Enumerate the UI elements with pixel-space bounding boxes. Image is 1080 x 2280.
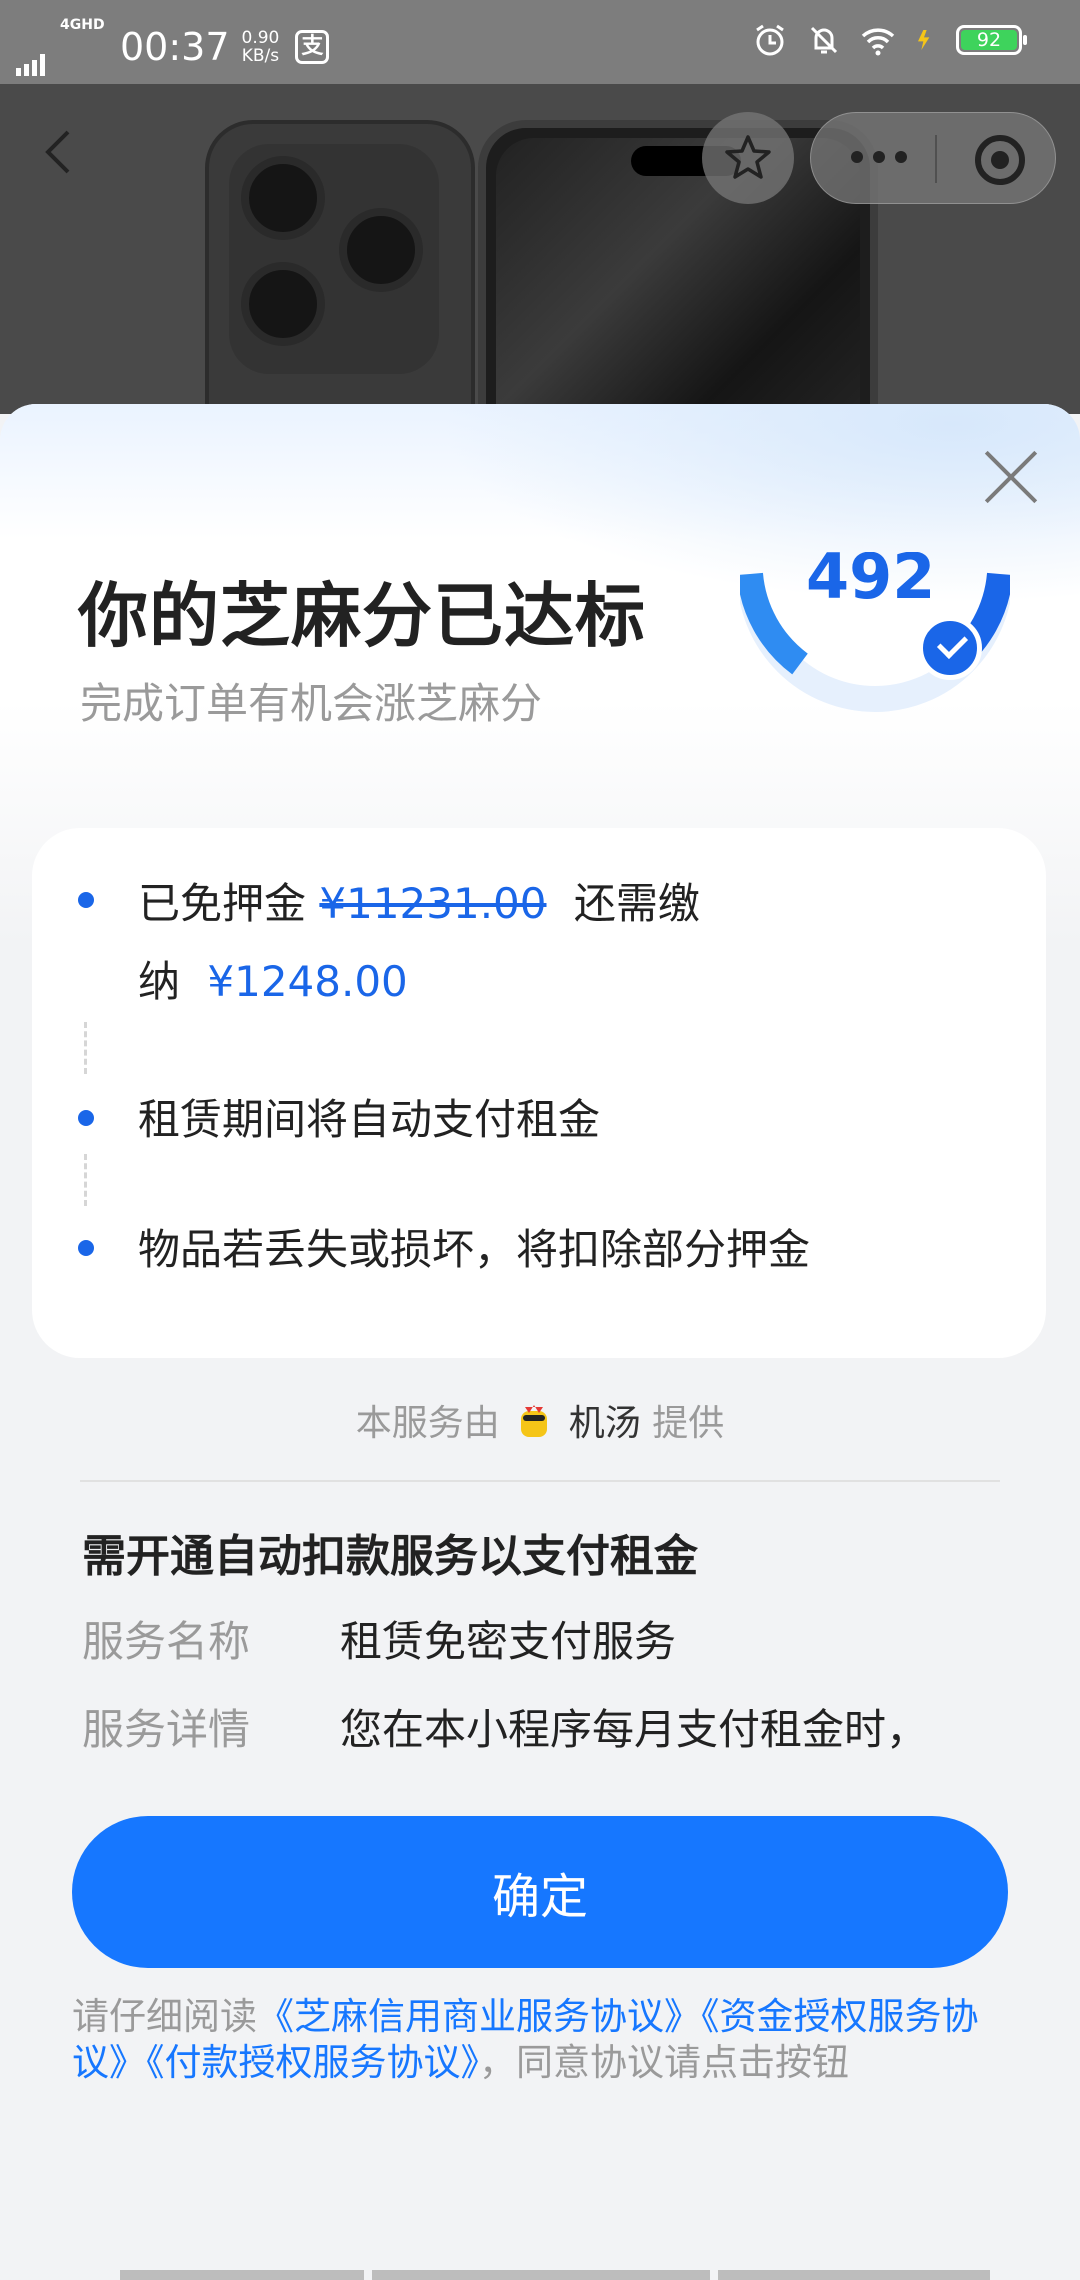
page-title: 你的芝麻分已达标 (78, 575, 646, 657)
star-icon (725, 135, 771, 179)
mini-program-capsule (810, 112, 1056, 204)
status-bar: 4GHD 00:37 0.90 KB/s 支 92 (0, 0, 1080, 84)
due-amount: ¥1248.00 (207, 957, 408, 1006)
sesame-score: 492 (806, 552, 936, 613)
more-icon[interactable] (851, 151, 907, 163)
speed-value: 0.90 (241, 28, 280, 48)
provider-name: 机汤 (568, 1403, 641, 1444)
mute-icon (810, 26, 838, 54)
bullet-icon (78, 1110, 94, 1126)
network-speed: 0.90 KB/s (242, 29, 280, 65)
speed-unit: KB/s (241, 46, 280, 66)
alarm-icon (756, 24, 784, 56)
back-icon[interactable] (34, 124, 90, 180)
deposit-label: 已免押金 (138, 879, 307, 928)
payment-authorization-link[interactable]: 《付款授权服务协议》 (146, 2041, 479, 2084)
service-provider: 本服务由 机汤 提供 (0, 1394, 1080, 1446)
status-right: 92 (752, 22, 1027, 58)
status-left: 4GHD 00:37 0.90 KB/s 支 (16, 17, 330, 76)
battery-level: 92 (961, 30, 1017, 50)
bullet-icon (78, 1240, 94, 1256)
product-image (0, 84, 1080, 414)
service-detail-value: 您在本小程序每月支付租金时， (340, 1705, 929, 1754)
network-indicator: 4GHD (16, 17, 106, 76)
page-subtitle: 完成订单有机会涨芝麻分 (80, 679, 543, 728)
phone-back-image (205, 120, 475, 414)
benefits-card: 已免押金 ¥11231.00 还需缴 纳 ¥1248.00 租赁期间将自动支付租… (32, 828, 1046, 1358)
sesame-agreement-link[interactable]: 《芝麻信用商业服务协议》 (257, 1995, 701, 2038)
target-icon[interactable] (975, 135, 1025, 185)
deposit-line2-prefix: 纳 (138, 957, 181, 1006)
service-detail-label: 服务详情 (82, 1705, 251, 1754)
favorite-button[interactable] (702, 112, 794, 204)
bottom-indicator (120, 2270, 990, 2280)
agreement-notice: 请仔细阅读《芝麻信用商业服务协议》《资金授权服务协议》《付款授权服务协议》，同意… (72, 1994, 1008, 2086)
battery-indicator: 92 (956, 25, 1027, 55)
provider-logo-icon (521, 1405, 548, 1437)
confirm-button[interactable]: 确定 (72, 1816, 1008, 1968)
deposit-suffix: 还需缴 (573, 879, 700, 928)
deposit-line-1: 已免押金 ¥11231.00 还需缴 (138, 870, 700, 931)
deposit-line-2: 纳 ¥1248.00 (138, 948, 408, 1009)
clock: 00:37 (120, 25, 230, 69)
close-icon[interactable] (980, 446, 1042, 508)
network-type: 4GHD (60, 17, 105, 33)
check-icon (918, 616, 982, 680)
provider-prefix: 本服务由 (355, 1403, 500, 1444)
camera-module (229, 144, 439, 374)
auto-pay-note: 租赁期间将自动支付租金 (138, 1095, 601, 1144)
alipay-icon: 支 (295, 30, 330, 64)
agreement-suffix: ，同意协议请点击按钮 (479, 2041, 849, 2084)
original-deposit: ¥11231.00 (319, 879, 547, 928)
provider-suffix: 提供 (652, 1403, 725, 1444)
bullet-icon (78, 892, 94, 908)
wifi-icon (861, 28, 895, 56)
signal-icon (16, 54, 106, 76)
loss-note: 物品若丢失或损坏，将扣除部分押金 (138, 1225, 811, 1274)
service-name-value: 租赁免密支付服务 (340, 1617, 677, 1666)
section-title: 需开通自动扣款服务以支付租金 (82, 1531, 698, 1582)
divider (80, 1480, 1000, 1482)
authorization-sheet: 你的芝麻分已达标 完成订单有机会涨芝麻分 492 已免押金 ¥11231.00 … (0, 404, 1080, 2280)
service-name-label: 服务名称 (82, 1617, 251, 1666)
agreement-prefix: 请仔细阅读 (72, 1995, 257, 2038)
charging-icon (918, 30, 930, 50)
